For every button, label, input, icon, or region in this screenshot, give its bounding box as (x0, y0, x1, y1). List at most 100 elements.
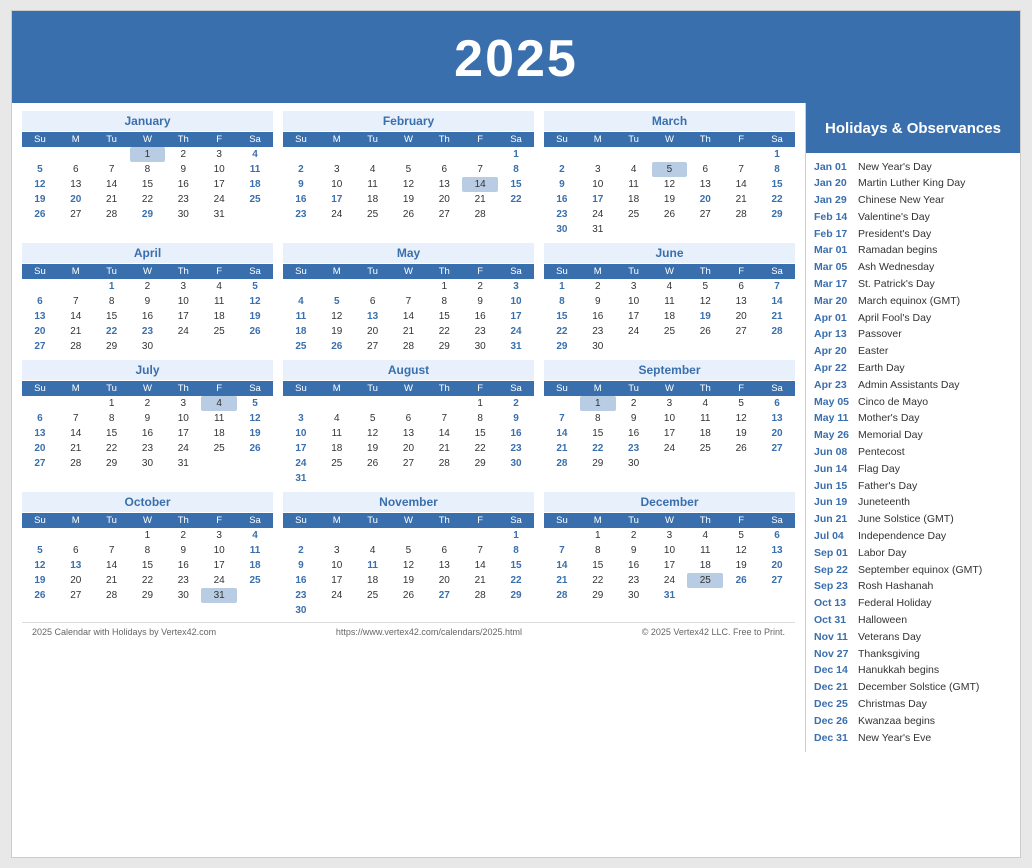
calendar-day: 11 (237, 162, 273, 177)
calendar-day: 17 (165, 426, 201, 441)
calendar-day: 11 (355, 177, 391, 192)
calendar-day: 20 (22, 441, 58, 456)
day-header: Tu (616, 513, 652, 528)
calendar-day: 8 (94, 411, 130, 426)
calendar-day: 3 (319, 162, 355, 177)
calendar-day: 3 (201, 528, 237, 543)
calendar-day (687, 456, 723, 471)
calendar-day: 9 (130, 411, 166, 426)
calendar-day: 25 (616, 207, 652, 222)
month-block: JanuarySuMTuWThFSa1234567891011121314151… (22, 111, 273, 237)
holiday-name: President's Day (858, 226, 931, 243)
calendar-day: 13 (723, 294, 759, 309)
calendar-day: 6 (391, 411, 427, 426)
calendar-day: 27 (391, 456, 427, 471)
calendar-day: 26 (687, 324, 723, 339)
holiday-date: Feb 17 (814, 226, 854, 243)
calendar-day: 31 (283, 471, 319, 486)
list-item: May 11Mother's Day (814, 410, 1012, 427)
holiday-name: Mother's Day (858, 410, 920, 427)
list-item: Sep 01Labor Day (814, 545, 1012, 562)
holiday-name: Rosh Hashanah (858, 578, 933, 595)
day-header: Tu (94, 513, 130, 528)
holiday-date: May 05 (814, 394, 854, 411)
calendar-day: 14 (544, 558, 580, 573)
calendar-day (201, 456, 237, 471)
day-header: W (391, 264, 427, 279)
calendar-day: 14 (544, 426, 580, 441)
calendar-day: 13 (759, 411, 795, 426)
holiday-date: Jun 19 (814, 494, 854, 511)
list-item: Dec 26Kwanzaa begins (814, 713, 1012, 730)
day-header: Sa (237, 132, 273, 147)
calendar-day: 15 (94, 309, 130, 324)
calendar-day: 25 (319, 456, 355, 471)
holiday-date: Nov 11 (814, 629, 854, 646)
calendar-day: 5 (22, 162, 58, 177)
calendar-day: 26 (652, 207, 688, 222)
holiday-name: Martin Luther King Day (858, 175, 965, 192)
calendar-day: 21 (544, 573, 580, 588)
calendar-day (391, 471, 427, 486)
calendar-day: 11 (687, 543, 723, 558)
calendar-day: 18 (283, 324, 319, 339)
calendar-day: 4 (616, 162, 652, 177)
month-block: NovemberSuMTuWThFSa123456789101112131415… (283, 492, 534, 618)
holiday-name: December Solstice (GMT) (858, 679, 979, 696)
calendar-day: 8 (130, 162, 166, 177)
day-header: F (201, 132, 237, 147)
calendar-day: 19 (22, 573, 58, 588)
calendar-day: 28 (58, 456, 94, 471)
list-item: Mar 20March equinox (GMT) (814, 293, 1012, 310)
calendar-day: 27 (723, 324, 759, 339)
calendar-day: 7 (58, 411, 94, 426)
calendar-day: 20 (687, 192, 723, 207)
calendar-day: 22 (462, 441, 498, 456)
calendar-day: 7 (58, 294, 94, 309)
day-header: F (201, 264, 237, 279)
holiday-date: Jan 29 (814, 192, 854, 209)
calendar-day: 9 (165, 543, 201, 558)
month-block: AugustSuMTuWThFSa12345678910111213141516… (283, 360, 534, 486)
calendar-day: 5 (237, 396, 273, 411)
calendar-day (616, 339, 652, 354)
calendar-day: 8 (462, 411, 498, 426)
holiday-date: Sep 22 (814, 562, 854, 579)
calendar-day: 31 (580, 222, 616, 237)
calendar-day: 21 (759, 309, 795, 324)
calendar-day (759, 588, 795, 603)
day-header: Sa (237, 381, 273, 396)
day-header: F (723, 381, 759, 396)
calendar-day: 9 (616, 411, 652, 426)
calendar-day (426, 603, 462, 618)
calendar-day: 29 (580, 588, 616, 603)
holiday-date: Dec 31 (814, 730, 854, 747)
sidebar: Holidays & Observances Jan 01New Year's … (805, 103, 1020, 752)
calendar-day: 6 (759, 528, 795, 543)
month-title: February (283, 111, 534, 131)
calendar-day: 2 (283, 543, 319, 558)
calendar-day: 14 (426, 426, 462, 441)
calendar-day: 3 (201, 147, 237, 162)
calendar-day: 24 (283, 456, 319, 471)
calendar-day (319, 279, 355, 294)
month-block: DecemberSuMTuWThFSa123456789101112131415… (544, 492, 795, 618)
calendar-day: 31 (201, 588, 237, 603)
calendar-day: 21 (58, 324, 94, 339)
calendar-day: 10 (616, 294, 652, 309)
calendar-day: 17 (319, 192, 355, 207)
day-header: Tu (355, 513, 391, 528)
calendar-day: 20 (355, 324, 391, 339)
calendar-day: 6 (723, 279, 759, 294)
calendar-day: 4 (201, 396, 237, 411)
day-header: F (201, 381, 237, 396)
calendar-day (319, 603, 355, 618)
calendar-day: 13 (391, 426, 427, 441)
day-header: F (462, 513, 498, 528)
calendar-day: 12 (687, 294, 723, 309)
calendar-day: 15 (462, 426, 498, 441)
holiday-name: Kwanzaa begins (858, 713, 935, 730)
calendar-day: 25 (237, 192, 273, 207)
day-header: Th (426, 513, 462, 528)
calendar-day: 27 (58, 588, 94, 603)
